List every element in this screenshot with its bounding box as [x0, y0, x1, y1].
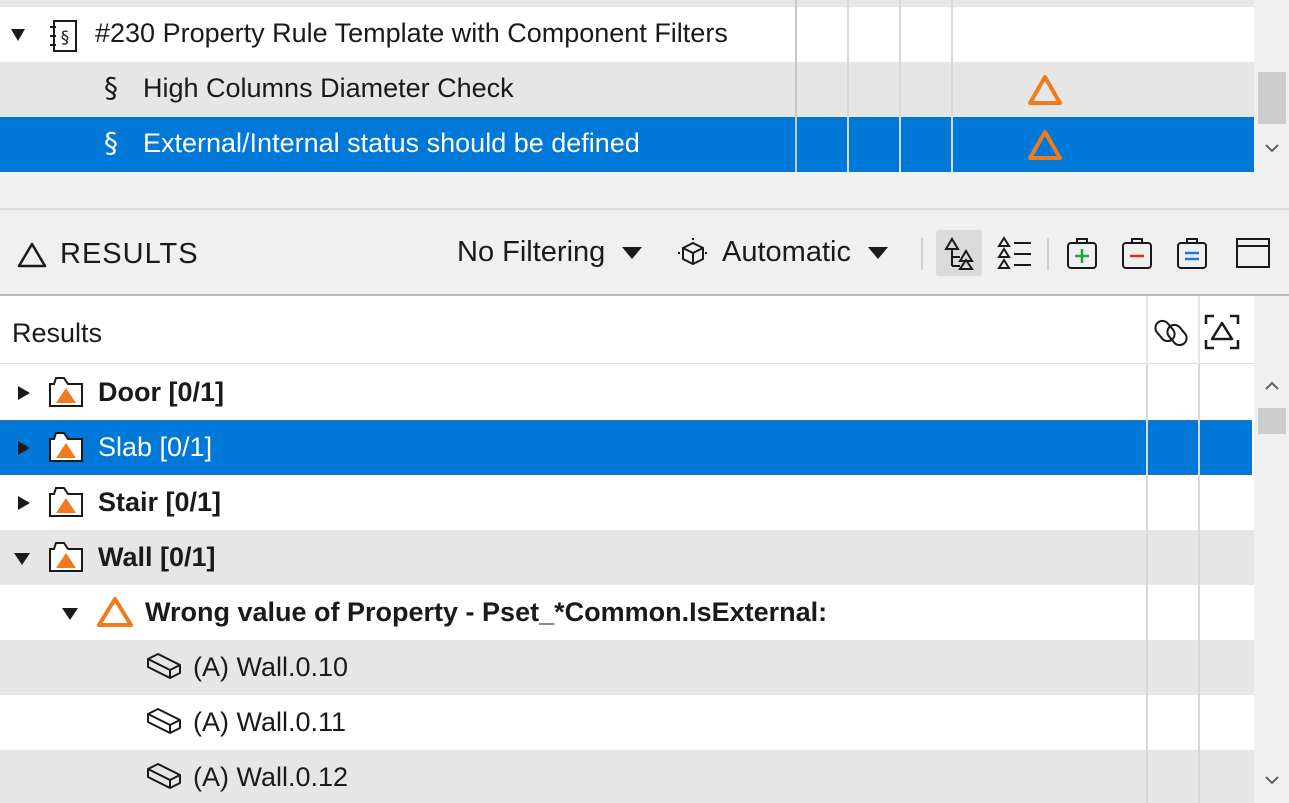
list-view-button[interactable] [992, 230, 1038, 276]
warning-folder-icon [49, 487, 83, 517]
scrollbar-thumb[interactable] [1258, 72, 1286, 124]
filter-dropdown[interactable]: No Filtering [457, 236, 643, 269]
expanded-triangle-icon[interactable] [10, 28, 26, 42]
rules-tree: § #230 Property Rule Template with Compo… [0, 0, 1254, 172]
results-title-label: RESULTS [60, 238, 199, 270]
column-divider [1146, 296, 1148, 364]
component-mode-icon [678, 237, 708, 265]
warning-folder-icon [49, 432, 83, 462]
toolbar-separator [921, 238, 923, 270]
warning-icon [1028, 75, 1062, 105]
result-group-label: Wall [0/1] [98, 542, 216, 572]
column-divider [1198, 296, 1200, 364]
result-group-door[interactable]: Door [0/1] [0, 365, 1150, 420]
section-icon: § [104, 71, 118, 104]
results-triangle-icon [17, 242, 47, 267]
result-component-label: (A) Wall.0.10 [193, 652, 349, 682]
result-component-row[interactable]: (A) Wall.0.10 [0, 640, 1150, 695]
toolbar-separator [1047, 238, 1049, 270]
chevron-down-icon [622, 246, 643, 259]
rules-scrollbar[interactable] [1254, 0, 1289, 172]
collapsed-triangle-icon[interactable] [14, 493, 34, 513]
wall-component-icon [147, 763, 181, 789]
mode-dropdown-label: Automatic [722, 236, 851, 268]
ruleset-icon: § [50, 20, 77, 52]
collapsed-triangle-icon[interactable] [14, 383, 34, 403]
rule-row-external-internal[interactable]: § External/Internal status should be def… [0, 117, 1254, 172]
rules-top-strip [0, 0, 1254, 7]
remove-from-issue-button[interactable] [1114, 230, 1160, 276]
column-divider [1146, 364, 1148, 803]
row-cell [1148, 530, 1254, 585]
scroll-down-icon[interactable] [1262, 770, 1282, 790]
window-icon [1236, 238, 1270, 268]
column-divider [951, 0, 953, 172]
scroll-up-icon[interactable] [1262, 376, 1282, 396]
rules-panel: § #230 Property Rule Template with Compo… [0, 0, 1289, 210]
result-issue-row[interactable]: Wrong value of Property - Pset_*Common.I… [0, 585, 1150, 640]
expanded-triangle-icon[interactable] [60, 604, 80, 624]
result-component-label: (A) Wall.0.11 [193, 707, 347, 737]
warning-folder-icon [49, 377, 83, 407]
svg-text:§: § [61, 28, 70, 48]
remove-from-issue-icon [1122, 238, 1152, 269]
ruleset-label: #230 Property Rule Template with Compone… [95, 18, 728, 48]
chevron-down-icon [867, 246, 888, 259]
mode-dropdown[interactable]: Automatic [676, 236, 889, 269]
result-component-label: (A) Wall.0.12 [193, 762, 349, 792]
expanded-triangle-icon[interactable] [12, 549, 32, 569]
scrollbar-thumb[interactable] [1258, 408, 1286, 434]
ruleset-row[interactable]: § #230 Property Rule Template with Compo… [0, 7, 1254, 62]
column-divider [1198, 364, 1200, 803]
column-divider [847, 0, 849, 172]
result-component-row[interactable]: (A) Wall.0.12 [0, 750, 1150, 803]
row-cell [1148, 640, 1254, 695]
link-icon[interactable] [1152, 312, 1192, 352]
results-title: RESULTS [16, 238, 199, 271]
collapsed-triangle-icon[interactable] [14, 438, 34, 458]
add-to-issue-button[interactable] [1059, 230, 1105, 276]
tree-view-icon [944, 237, 974, 270]
results-tree: Results Door [0/1] Slab [0/1] Stair [0/1… [0, 296, 1254, 803]
isolate-icon[interactable] [1202, 312, 1242, 352]
results-header-label: Results [12, 318, 103, 348]
issue-details-button[interactable] [1169, 230, 1215, 276]
result-group-slab[interactable]: Slab [0/1] [0, 420, 1252, 475]
results-toolbar: RESULTS No Filtering Automatic [0, 210, 1289, 296]
result-issue-label: Wrong value of Property - Pset_*Common.I… [145, 597, 828, 627]
column-divider [899, 0, 901, 172]
tree-view-button[interactable] [936, 230, 982, 276]
rule-row-high-columns[interactable]: § High Columns Diameter Check [0, 62, 1254, 117]
rule-label: High Columns Diameter Check [143, 73, 514, 103]
result-group-stair[interactable]: Stair [0/1] [0, 475, 1150, 530]
list-view-icon [997, 236, 1031, 269]
row-cell [1148, 750, 1254, 803]
filter-dropdown-label: No Filtering [457, 236, 606, 268]
wall-component-icon [147, 653, 181, 679]
section-icon: § [104, 126, 118, 159]
results-header: Results [0, 296, 1254, 364]
result-component-row[interactable]: (A) Wall.0.11 [0, 695, 1150, 750]
result-group-label: Slab [0/1] [98, 432, 213, 462]
column-divider [795, 0, 797, 172]
add-to-issue-icon [1067, 238, 1097, 269]
window-button[interactable] [1230, 230, 1276, 276]
wall-component-icon [147, 708, 181, 734]
rule-label: External/Internal status should be defin… [143, 128, 640, 158]
scroll-down-icon[interactable] [1262, 138, 1282, 158]
result-group-label: Door [0/1] [98, 377, 225, 407]
warning-folder-icon [49, 542, 83, 572]
results-scrollbar[interactable] [1254, 296, 1289, 803]
warning-icon [97, 597, 133, 627]
result-group-wall[interactable]: Wall [0/1] [0, 530, 1150, 585]
result-group-label: Stair [0/1] [98, 487, 222, 517]
issue-details-icon [1177, 238, 1207, 269]
warning-icon [1028, 130, 1062, 160]
